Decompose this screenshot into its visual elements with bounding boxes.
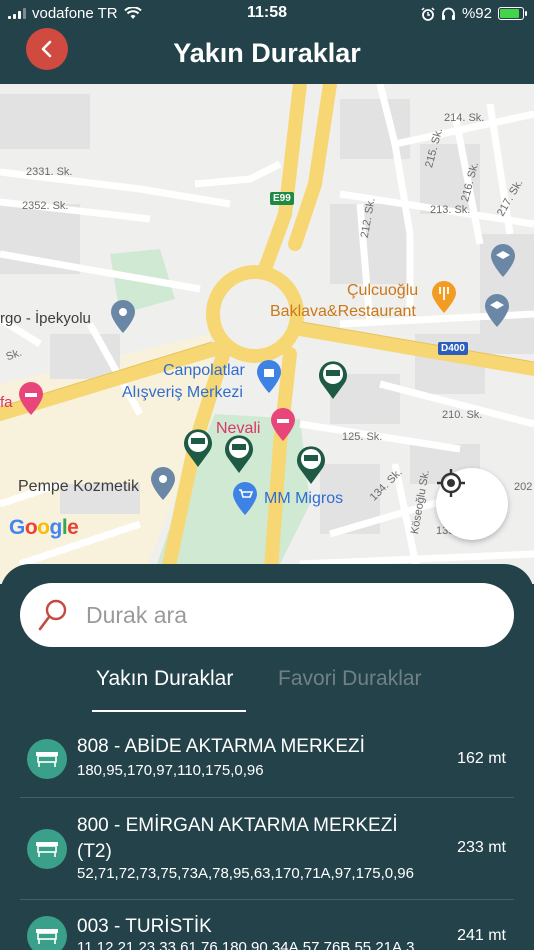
street-label: 202	[514, 481, 533, 493]
stop-distance: 162 mt	[457, 750, 506, 767]
poi-culcuoglu-type: Baklava&Restaurant	[270, 303, 416, 320]
poi-label: fa	[0, 394, 13, 411]
poi-culcuoglu-name: Çulcuoğlu	[347, 282, 419, 299]
poi-canpolatlar-name: Canpolatlar	[163, 362, 245, 379]
map-view[interactable]: 2331. Sk. 2352. Sk. 214. Sk. 215. Sk. 21…	[0, 84, 534, 584]
shopping-cart-pin-icon	[233, 482, 257, 515]
app-header: Yakın Duraklar	[0, 28, 534, 84]
hotel-pin-icon	[19, 382, 43, 415]
google-logo: Google	[9, 516, 79, 539]
bus-stop-icon	[27, 916, 67, 950]
active-tab-indicator	[92, 710, 246, 712]
street-label: 125. Sk.	[342, 431, 383, 443]
page-title: Yakın Duraklar	[173, 38, 361, 68]
poi-canpolatlar-type: Alışveriş Merkezi	[122, 384, 243, 401]
street-label: 213. Sk.	[430, 204, 471, 216]
poi-migros-name: MM Migros	[264, 490, 344, 507]
battery-icon	[498, 7, 527, 20]
poi-pempe-name: Pempe Kozmetik	[18, 478, 139, 495]
stop-list-item[interactable]: 808 - ABİDE AKTARMA MERKEZİ 180,95,170,9…	[20, 734, 514, 796]
bottom-panel: Yakın Duraklar Favori Duraklar 808 - ABİ…	[0, 564, 534, 950]
stop-title: 003 - TURİSTİK	[77, 916, 212, 937]
hotel-pin-icon	[271, 408, 295, 441]
school-pin-icon	[485, 294, 509, 327]
search-input[interactable]	[86, 595, 496, 635]
divider	[20, 797, 514, 798]
place-pin-icon	[111, 300, 135, 333]
street-label: 214. Sk.	[444, 112, 485, 124]
search-icon	[38, 599, 67, 631]
bus-stop-icon	[27, 829, 67, 869]
shopping-pin-icon	[257, 360, 281, 393]
headphones-icon	[441, 7, 455, 20]
bus-stop-marker-icon[interactable]	[317, 360, 349, 400]
stop-title: 808 - ABİDE AKTARMA MERKEZİ	[77, 736, 365, 757]
stop-list-item[interactable]: 800 - EMİRGAN AKTARMA MERKEZİ (T2) 52,71…	[20, 811, 514, 883]
stop-list-item[interactable]: 003 - TURİSTİK 11,12,21,23,33,61,76,180,…	[20, 914, 514, 950]
road-shield-d400: D400	[438, 342, 468, 355]
road-shield-e99: E99	[270, 192, 294, 205]
stop-distance: 241 mt	[457, 927, 506, 944]
stop-lines: 52,71,72,73,75,73A,78,95,63,170,71A,97,1…	[77, 865, 414, 882]
bus-stop-marker-icon[interactable]	[182, 428, 214, 468]
tab-favorite-stops[interactable]: Favori Duraklar	[278, 667, 422, 691]
battery-percent: %92	[461, 5, 492, 22]
tab-nearby-stops[interactable]: Yakın Duraklar	[96, 667, 233, 691]
locate-me-button[interactable]	[436, 468, 508, 540]
crosshair-icon	[437, 469, 465, 497]
street-label: 2331. Sk.	[26, 166, 73, 178]
stop-lines: 11,12,21,23,33,61,76,180,90,34A,57,76B,5…	[77, 939, 415, 950]
bus-stop-marker-icon[interactable]	[223, 434, 255, 474]
stop-lines: 180,95,170,97,110,175,0,96	[77, 762, 264, 779]
school-pin-icon	[491, 244, 515, 277]
street-label: 210. Sk.	[442, 409, 483, 421]
street-label: 2352. Sk.	[22, 200, 69, 212]
stop-distance: 233 mt	[457, 839, 506, 856]
status-bar: vodafone TR 11:58 %92	[0, 0, 534, 28]
poi-label: rgo - İpekyolu	[0, 310, 91, 327]
bus-stop-marker-icon[interactable]	[295, 445, 327, 485]
place-pin-icon	[151, 467, 175, 500]
status-right: %92	[421, 5, 527, 22]
divider	[20, 899, 514, 900]
tab-bar: Yakın Duraklar Favori Duraklar	[0, 667, 534, 715]
alarm-icon	[421, 6, 435, 21]
bus-stop-icon	[27, 739, 67, 779]
search-bar[interactable]	[20, 583, 514, 647]
stop-title: 800 - EMİRGAN AKTARMA MERKEZİ (T2)	[77, 815, 398, 862]
restaurant-pin-icon	[432, 281, 456, 313]
